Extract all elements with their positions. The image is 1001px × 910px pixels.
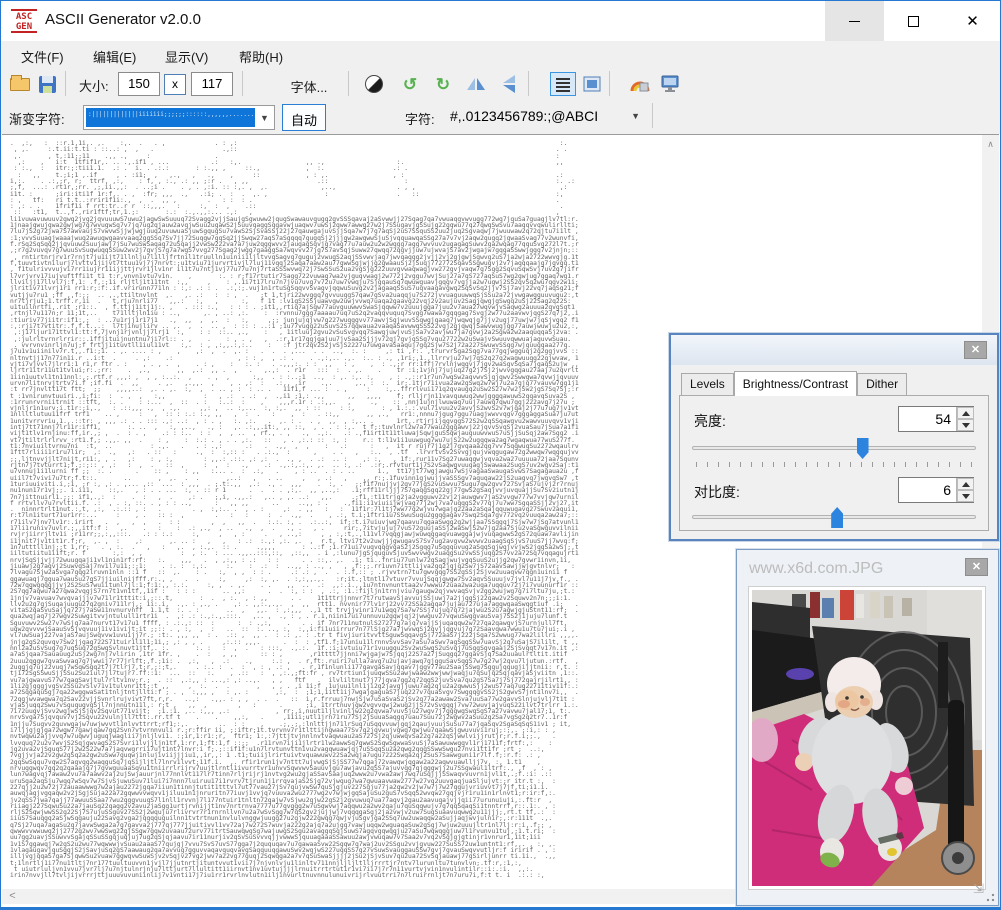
rotate-cw-icon: ↻: [436, 76, 450, 93]
spin-down-button[interactable]: [957, 490, 974, 502]
app-window: ASC GEN ASCII Generator v2.0.0 ✕ 文件(F) 编…: [0, 0, 1001, 910]
contrast-slider[interactable]: [692, 515, 976, 519]
gradient-chars-combobox[interactable]: :|||||||||||||iiiiiii;;;;;;::::::,,,,,,.…: [83, 105, 275, 130]
chevron-down-icon[interactable]: ▼: [256, 107, 273, 128]
toolbar-separator: [528, 71, 529, 96]
rotate-cw-button[interactable]: ↻: [430, 72, 456, 96]
contrast-spinner[interactable]: 6: [898, 477, 974, 503]
flip-horizontal-icon: [466, 76, 486, 92]
invert-colors-button[interactable]: [361, 72, 387, 96]
resize-grip[interactable]: [983, 890, 995, 902]
toolbar-separator: [65, 71, 66, 96]
scroll-left-arrow[interactable]: <: [4, 889, 21, 904]
open-file-button[interactable]: [7, 72, 33, 96]
spinner-buttons: [956, 407, 973, 431]
open-folder-icon: [10, 78, 30, 91]
minimize-button[interactable]: [825, 1, 884, 41]
charset-combobox[interactable]: #,.0123456789:;@ABCI ▼: [450, 105, 640, 130]
view-image-button[interactable]: [579, 72, 605, 96]
adjust-tabs: Levels Brightness/Contrast Dither: [681, 371, 907, 395]
rotate-ccw-button[interactable]: ↺: [397, 72, 423, 96]
toolbar-characters: 渐变字符: :|||||||||||||iiiiiii;;;;;;::::::,…: [1, 101, 1000, 134]
close-button[interactable]: ✕: [943, 1, 1001, 41]
charset-label: 字符:: [405, 109, 435, 128]
spinner-buttons: [956, 478, 973, 502]
adjust-panel-titlebar[interactable]: [671, 335, 997, 365]
minimize-icon: [849, 21, 860, 22]
brightness-spinner[interactable]: 54: [898, 406, 974, 432]
source-image-panel: www.x6d.com.JPG ✕: [736, 549, 999, 906]
scroll-up-arrow[interactable]: ∧: [982, 135, 999, 152]
close-icon: ✕: [966, 14, 979, 29]
source-image-title: www.x6d.com.JPG: [749, 560, 883, 578]
toolbar-main: 大小: 150 x 117 字体... ↺ ↻: [1, 67, 1000, 101]
colors-button[interactable]: [627, 72, 653, 96]
invert-icon: [365, 75, 383, 93]
adjust-panel-close-button[interactable]: ✕: [964, 341, 987, 359]
chevron-down-icon[interactable]: ▼: [631, 111, 640, 121]
toolbar-separator: [609, 71, 610, 96]
menu-view[interactable]: 显示(V): [159, 45, 214, 68]
menu-bar: 文件(F) 编辑(E) 显示(V) 帮助(H): [1, 41, 1000, 67]
window-title: ASCII Generator v2.0.0: [45, 11, 201, 28]
app-icon: ASC GEN: [11, 9, 37, 33]
toolbar-separator: [242, 71, 243, 96]
contrast-label: 对比度:: [694, 482, 740, 502]
menu-file[interactable]: 文件(F): [15, 45, 70, 68]
size-x-label: x: [164, 74, 186, 95]
auto-button[interactable]: 自动: [282, 104, 326, 131]
rotate-ccw-icon: ↺: [403, 76, 417, 93]
menu-edit[interactable]: 编辑(E): [87, 45, 142, 68]
toolbar-separator: [348, 71, 349, 96]
maximize-button[interactable]: [884, 1, 943, 41]
photo-frame: [748, 586, 986, 890]
contrast-slider-thumb[interactable]: [831, 507, 843, 528]
brightness-value: 54: [935, 411, 951, 427]
view-text-button[interactable]: [550, 72, 576, 96]
image-panel-close-button[interactable]: ✕: [965, 558, 988, 576]
app-icon-text-1: ASC: [11, 12, 37, 22]
tab-brightness-contrast[interactable]: Brightness/Contrast: [734, 371, 857, 396]
save-floppy-icon: [39, 76, 56, 93]
width-input[interactable]: 150: [118, 72, 160, 96]
ascii-art: . ,:, : ::r.1,1i,. ,. :,. . . , . : ,: :…: [10, 141, 585, 880]
brightness-slider[interactable]: [692, 446, 976, 450]
flip-vertical-button[interactable]: [496, 72, 522, 96]
monitor-icon: [660, 75, 680, 93]
text-lines-icon: [555, 76, 571, 92]
brightness-contrast-page: 亮度: 54 对比度: 6: [679, 395, 989, 531]
brightness-slider-ticks: [696, 462, 972, 467]
brightness-label: 亮度:: [694, 411, 726, 431]
triangle-up-icon: [962, 411, 970, 416]
gradient-chars-label: 渐变字符:: [9, 109, 65, 128]
font-button[interactable]: 字体...: [279, 71, 339, 97]
menu-help[interactable]: 帮助(H): [233, 45, 289, 68]
spin-up-button[interactable]: [957, 407, 974, 419]
contrast-value: 6: [943, 482, 951, 498]
spin-down-button[interactable]: [957, 419, 974, 431]
preview-photo: [752, 590, 982, 886]
height-input[interactable]: 117: [191, 72, 233, 96]
adjust-panel: ✕ Levels Brightness/Contrast Dither 亮度: …: [669, 333, 999, 541]
triangle-down-icon: [962, 494, 970, 499]
maximize-icon: [908, 16, 919, 27]
image-frame-icon: [583, 76, 601, 92]
brightness-slider-thumb[interactable]: [857, 438, 869, 459]
toolbar-separator: [652, 103, 653, 128]
monitor-preview-button[interactable]: [657, 72, 683, 96]
rainbow-palette-icon: [630, 75, 650, 93]
app-icon-text-2: GEN: [11, 22, 37, 32]
gradient-chars-selection: :|||||||||||||iiiiiii;;;;;;::::::,,,,,,.…: [86, 108, 255, 127]
charset-value: #,.0123456789:;@ABCI: [450, 108, 598, 124]
size-label: 大小:: [79, 76, 109, 95]
triangle-down-icon: [962, 423, 970, 428]
triangle-up-icon: [962, 482, 970, 487]
tab-levels[interactable]: Levels: [681, 373, 734, 395]
flip-vertical-icon: [501, 74, 517, 94]
spin-up-button[interactable]: [957, 478, 974, 490]
save-button[interactable]: [34, 72, 60, 96]
title-bar[interactable]: ASC GEN ASCII Generator v2.0.0 ✕: [1, 1, 1000, 41]
flip-horizontal-button[interactable]: [463, 72, 489, 96]
tab-dither[interactable]: Dither: [857, 373, 907, 395]
